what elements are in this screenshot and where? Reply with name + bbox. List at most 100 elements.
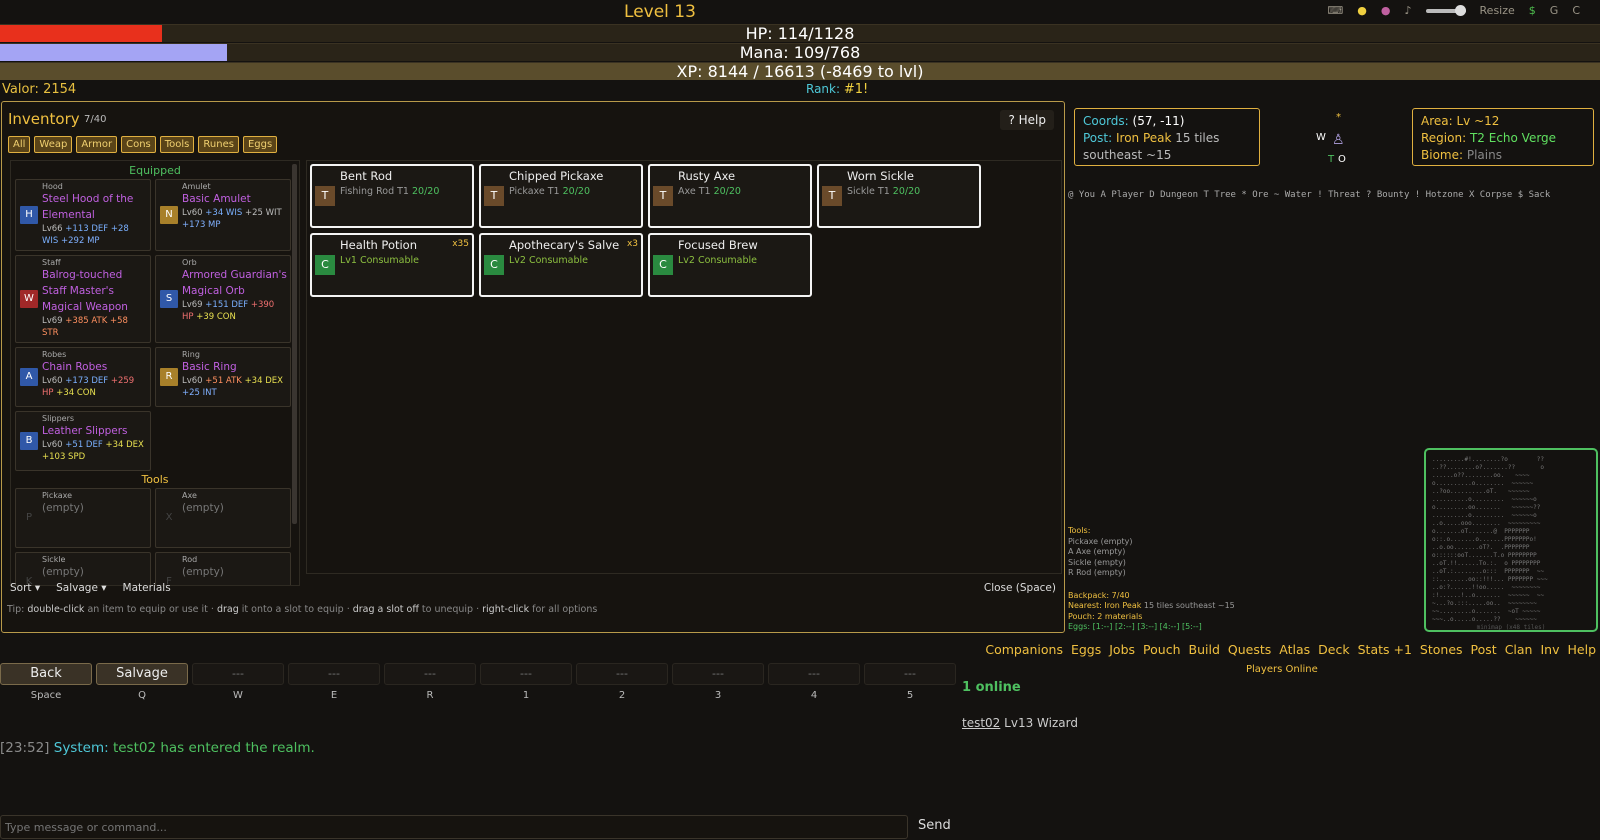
nav-companions[interactable]: Companions — [985, 642, 1063, 657]
nav-quests[interactable]: Quests — [1228, 642, 1271, 657]
hotbar-button[interactable]: --- — [672, 663, 764, 685]
pouch-status: Pouch: 2 materials — [1068, 611, 1143, 621]
filter-armor[interactable]: Armor — [76, 136, 118, 153]
hotbar-key-label: 1 — [522, 690, 530, 701]
slot-type-label: Amulet — [182, 182, 211, 191]
equipped-scrollbar[interactable] — [292, 164, 297, 524]
volume-knob[interactable] — [1454, 4, 1466, 16]
rank-value: #1! — [843, 82, 869, 97]
nav-clan[interactable]: Clan — [1505, 642, 1533, 657]
inventory-item[interactable]: C Health Potion Lv1 Consumable x35 — [310, 233, 474, 297]
hotbar-button[interactable]: --- — [768, 663, 860, 685]
nav-jobs[interactable]: Jobs — [1109, 642, 1135, 657]
hotbar-button[interactable]: --- — [576, 663, 668, 685]
nav-stats[interactable]: Stats +1 — [1358, 642, 1412, 657]
nav-inv[interactable]: Inv — [1540, 642, 1559, 657]
stat-mp: +173 MP — [182, 220, 221, 230]
item-level: Lv69 — [42, 316, 63, 326]
equip-slot-hood[interactable]: H Hood Steel Hood of the Elemental Lv66 +11… — [15, 179, 151, 251]
inventory-item[interactable]: T Rusty Axe Axe T1 20/20 — [648, 164, 812, 228]
item-stats: Lv60 +34 WIS +25 WIT +173 MP — [182, 207, 287, 231]
shop-button[interactable]: $ — [1529, 4, 1536, 17]
volume-slider[interactable] — [1425, 4, 1466, 16]
nav-post[interactable]: Post — [1471, 642, 1497, 657]
side-tools-label: Tools: — [1068, 526, 1091, 535]
item-stats: Lv60 +51 DEF +34 DEX +103 SPD — [42, 439, 147, 463]
tool-slot-pickaxe[interactable]: P Pickaxe (empty) — [15, 488, 151, 548]
c-button[interactable]: C — [1572, 4, 1580, 17]
close-button[interactable]: Close (Space) — [984, 582, 1056, 594]
online-count: 1 online — [962, 680, 1021, 695]
theme-icon[interactable]: ● — [1381, 4, 1391, 17]
tool-slot-axe[interactable]: X Axe (empty) — [155, 488, 291, 548]
tip-text: to unequip · — [418, 604, 483, 615]
nav-build[interactable]: Build — [1189, 642, 1220, 657]
item-stats: Lv60 +51 ATK +34 DEX +25 INT — [182, 375, 287, 399]
hotbar-button[interactable]: Salvage — [96, 663, 188, 685]
hotbar-key-label: W — [233, 690, 243, 701]
hotbar-button[interactable]: --- — [192, 663, 284, 685]
chat-input[interactable] — [0, 815, 908, 839]
area-label: Area: — [1421, 114, 1453, 128]
tool-slot-sickle[interactable]: K Sickle (empty) — [15, 552, 151, 585]
filter-consumables[interactable]: Cons — [121, 136, 156, 153]
stat-con: +39 CON — [196, 312, 236, 322]
materials-button[interactable]: Materials — [123, 582, 171, 594]
nav-atlas[interactable]: Atlas — [1279, 642, 1310, 657]
inventory-item[interactable]: T Bent Rod Fishing Rod T1 20/20 — [310, 164, 474, 228]
equip-slot-slippers[interactable]: B Slippers Leather Slippers Lv60 +51 DEF +3… — [15, 411, 151, 471]
nav-pouch[interactable]: Pouch — [1143, 642, 1180, 657]
tip-text: for all options — [529, 604, 598, 615]
inventory-item[interactable]: C Apothecary's Salve Lv2 Consumable x3 — [479, 233, 643, 297]
filter-runes[interactable]: Runes — [198, 136, 239, 153]
hotbar-button[interactable]: --- — [480, 663, 572, 685]
hotbar-slot: --- E — [288, 663, 380, 701]
inventory-item[interactable]: T Chipped Pickaxe Pickaxe T1 20/20 — [479, 164, 643, 228]
equip-slot-robes[interactable]: A Robes Chain Robes Lv60 +173 DEF +259 HP +… — [15, 347, 151, 407]
hotbar-slot: --- 2 — [576, 663, 668, 701]
hotbar-button[interactable]: --- — [288, 663, 380, 685]
inventory-item[interactable]: T Worn Sickle Sickle T1 20/20 — [817, 164, 981, 228]
send-button[interactable]: Send — [918, 818, 951, 833]
player-name[interactable]: test02 — [962, 716, 1000, 730]
slot-type-label: Pickaxe — [42, 491, 73, 500]
filter-all[interactable]: All — [8, 136, 31, 153]
nav-help[interactable]: Help — [1568, 642, 1597, 657]
eggs-status: Eggs: [1:--] [2:--] [3:--] [4:--] [5:--] — [1068, 622, 1202, 631]
filter-tabs: All Weap Armor Cons Tools Runes Eggs — [8, 136, 278, 153]
item-subtitle: Lv2 Consumable — [678, 255, 757, 266]
nav-eggs[interactable]: Eggs — [1071, 642, 1101, 657]
item-badge: C — [484, 255, 504, 275]
salvage-dropdown[interactable]: Salvage ▾ — [56, 582, 106, 594]
nav-stones[interactable]: Stones — [1420, 642, 1463, 657]
tool-slot-rod[interactable]: F Rod (empty) — [155, 552, 291, 585]
sort-dropdown[interactable]: Sort ▾ — [10, 582, 40, 594]
item-type: Fishing Rod T1 — [340, 186, 409, 197]
keyboard-icon[interactable]: ⌨ — [1327, 4, 1343, 17]
hotbar-button[interactable]: --- — [864, 663, 956, 685]
hotbar-button[interactable]: Back — [0, 663, 92, 685]
filter-weapons[interactable]: Weap — [34, 136, 73, 153]
filter-tools[interactable]: Tools — [159, 136, 195, 153]
equip-slot-staff[interactable]: W Staff Balrog-touched Staff Master's Magi… — [15, 255, 151, 343]
hotbar-button[interactable]: --- — [384, 663, 476, 685]
item-durability: 20/20 — [412, 186, 440, 197]
filter-eggs[interactable]: Eggs — [242, 136, 278, 153]
music-icon[interactable]: ♪ — [1405, 4, 1412, 17]
help-button[interactable]: ? Help — [1000, 110, 1054, 130]
equip-slot-amulet[interactable]: N Amulet Basic Amulet Lv60 +34 WIS +25 WIT … — [155, 179, 291, 251]
bulb-icon[interactable]: ● — [1357, 4, 1367, 17]
minimap[interactable]: .........#!........?o ?? ..??........o?.… — [1424, 448, 1598, 632]
equip-slot-ring[interactable]: R Ring Basic Ring Lv60 +51 ATK +34 DEX +25 … — [155, 347, 291, 407]
hotbar-slot: --- R — [384, 663, 476, 701]
inventory-item[interactable]: C Focused Brew Lv2 Consumable — [648, 233, 812, 297]
slot-type-label: Slippers — [42, 414, 75, 423]
item-subtitle: Lv2 Consumable — [509, 255, 588, 266]
item-name: Balrog-touched Staff Master's Magical We… — [42, 269, 128, 313]
nav-deck[interactable]: Deck — [1318, 642, 1349, 657]
equip-slot-orb[interactable]: S Orb Armored Guardian's Magical Orb Lv69 +… — [155, 255, 291, 343]
player-row[interactable]: test02 Lv13 Wizard — [962, 716, 1078, 730]
resize-button[interactable]: Resize — [1480, 4, 1515, 17]
level-title: Level 13 — [624, 2, 696, 22]
g-button[interactable]: G — [1550, 4, 1559, 17]
